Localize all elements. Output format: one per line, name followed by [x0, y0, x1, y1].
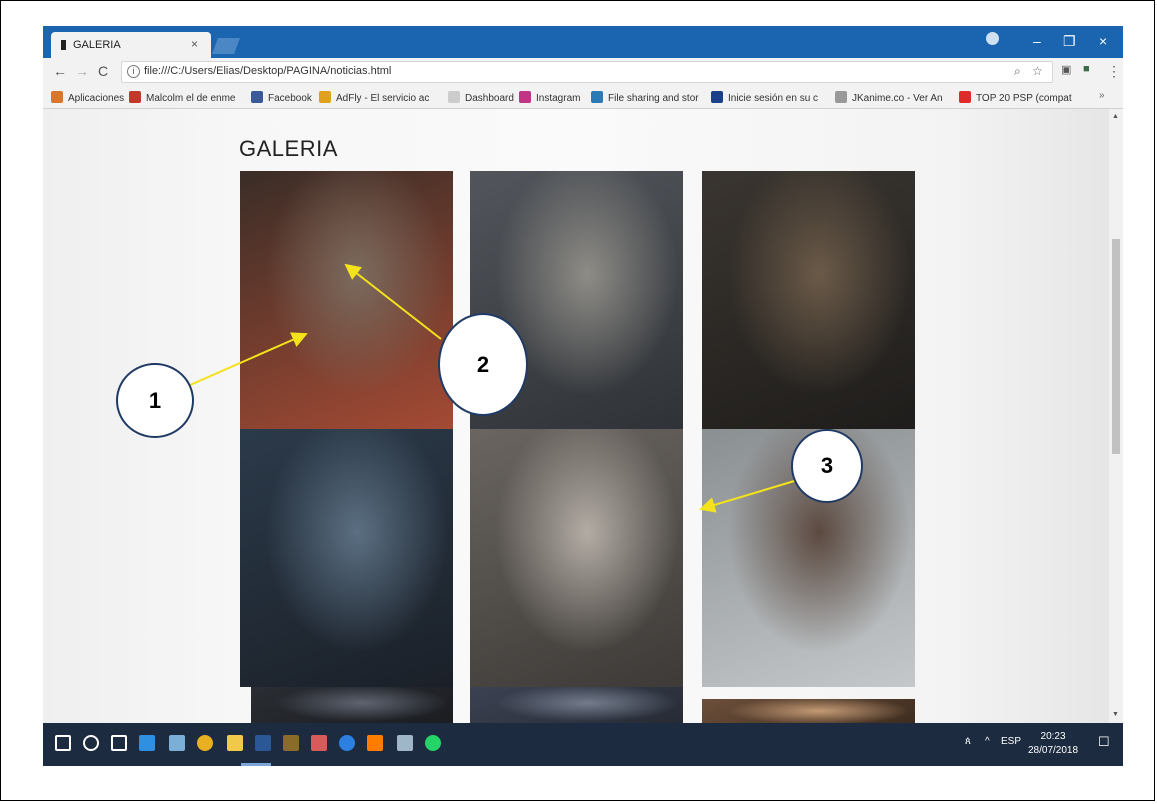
- annotation-callout-2: 2: [438, 313, 528, 416]
- arrow-2: [344, 263, 442, 340]
- document-frame: GALERIA × – ❐ × ← → C i file:///C:/Users…: [0, 0, 1155, 801]
- arrow-3: [699, 478, 802, 513]
- arrow-1: [180, 332, 308, 390]
- annotation-callout-1: 1: [116, 363, 194, 438]
- annotation-callout-3: 3: [791, 429, 863, 503]
